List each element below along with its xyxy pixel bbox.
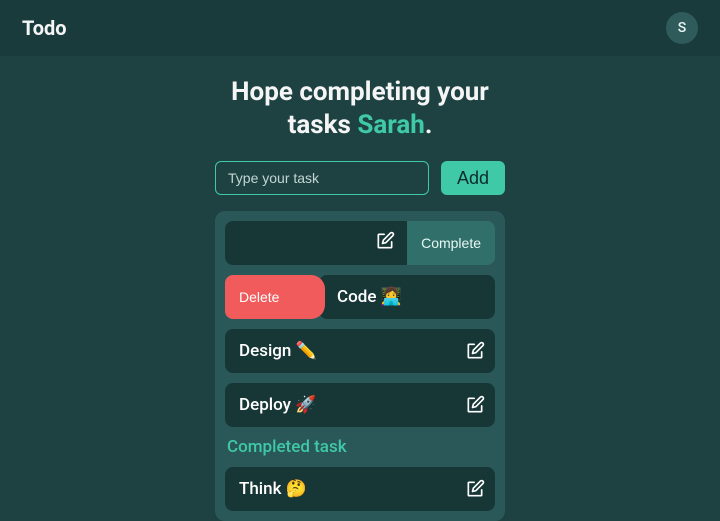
task-row: Design ✏️ bbox=[225, 329, 495, 373]
new-task-row: Add bbox=[215, 161, 505, 195]
top-bar: Todo S bbox=[0, 0, 720, 56]
edit-icon[interactable] bbox=[465, 341, 485, 361]
task-item[interactable]: Code 👩‍💻 bbox=[319, 275, 495, 319]
task-item[interactable]: Design ✏️ bbox=[225, 329, 495, 373]
hero-line1: Hope completing your bbox=[231, 77, 489, 107]
task-row-swiped-right: Delete Code 👩‍💻 bbox=[225, 275, 495, 319]
task-row-swiped-left: Complete bbox=[225, 221, 495, 265]
hero-heading: Hope completing your tasks Sarah. bbox=[0, 76, 720, 141]
task-card: Complete Delete Code 👩‍💻 Design ✏️ Deplo… bbox=[215, 211, 505, 521]
task-item[interactable]: Deploy 🚀 bbox=[225, 383, 495, 427]
task-label: Design ✏️ bbox=[239, 341, 317, 361]
hero-line2-suffix: . bbox=[425, 110, 433, 140]
completed-task-row: Think 🤔 bbox=[225, 467, 495, 511]
complete-button[interactable]: Complete bbox=[407, 221, 495, 265]
edit-icon[interactable] bbox=[465, 479, 485, 499]
delete-button[interactable]: Delete bbox=[225, 275, 325, 319]
hero-line2-prefix: tasks bbox=[288, 110, 358, 140]
edit-icon[interactable] bbox=[375, 231, 395, 256]
hero: Hope completing your tasks Sarah. bbox=[0, 76, 720, 141]
user-avatar[interactable]: S bbox=[666, 12, 698, 44]
task-item[interactable]: Think 🤔 bbox=[225, 467, 495, 511]
app-brand: Todo bbox=[22, 16, 67, 40]
task-label: Think 🤔 bbox=[239, 479, 307, 499]
task-item[interactable] bbox=[225, 221, 407, 265]
add-button[interactable]: Add bbox=[441, 161, 505, 195]
task-input[interactable] bbox=[215, 161, 429, 195]
completed-section-title: Completed task bbox=[227, 437, 493, 457]
task-label: Deploy 🚀 bbox=[239, 395, 316, 415]
task-label: Code 👩‍💻 bbox=[337, 287, 402, 307]
task-row: Deploy 🚀 bbox=[225, 383, 495, 427]
avatar-initial: S bbox=[678, 20, 686, 36]
edit-icon[interactable] bbox=[465, 395, 485, 415]
hero-username: Sarah bbox=[357, 110, 425, 140]
